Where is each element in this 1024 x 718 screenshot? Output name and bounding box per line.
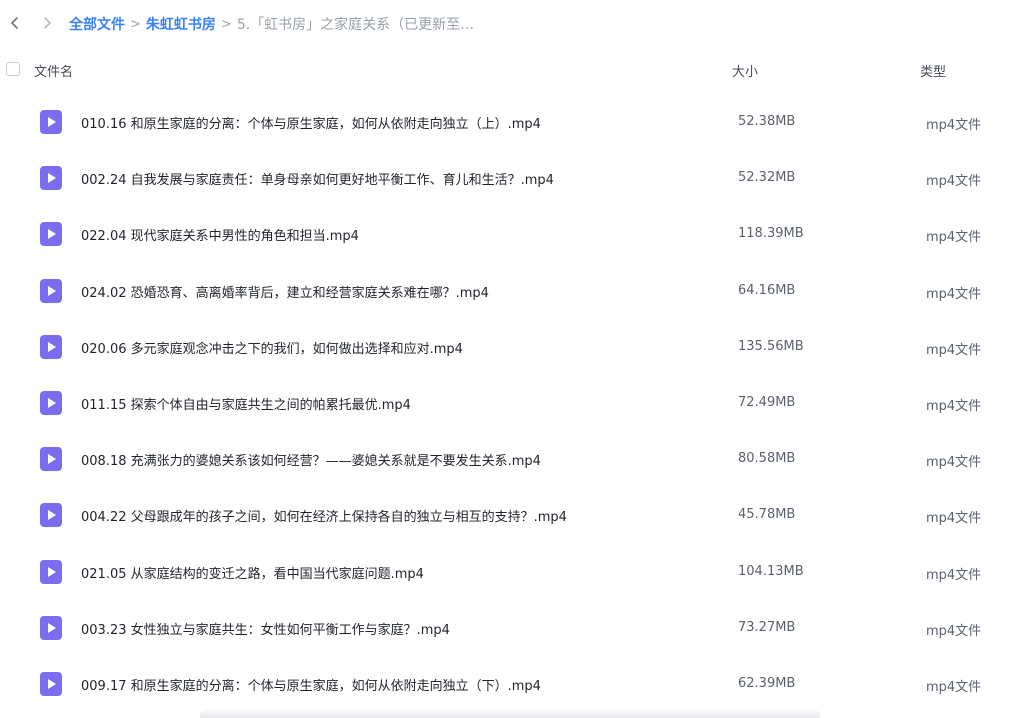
file-type: mp4文件 [926, 342, 982, 358]
file-name: 004.22 父母跟成年的孩子之间，如何在经济上保持各自的独立与相互的支持？.m… [81, 510, 567, 526]
file-name: 003.23 女性独立与家庭共生：女性如何平衡工作与家庭？.mp4 [81, 622, 450, 638]
column-header-size[interactable]: 大小 [732, 61, 758, 80]
file-name: 002.24 自我发展与家庭责任：单身母亲如何更好地平衡工作、育儿和生活？.mp… [81, 173, 554, 189]
file-row[interactable]: 021.05 从家庭结构的变迁之路，看中国当代家庭问题.mp4 104.13MB… [0, 544, 1024, 600]
file-list: 010.16 和原生家庭的分离：个体与原生家庭，如何从依附走向独立（上）.mp4… [0, 94, 1024, 712]
file-name: 021.05 从家庭结构的变迁之路，看中国当代家庭问题.mp4 [81, 566, 424, 582]
file-row[interactable]: 008.18 充满张力的婆媳关系该如何经营？——婆媳关系就是不要发生关系.mp4… [0, 431, 1024, 487]
file-size: 104.13MB [738, 563, 804, 579]
file-row[interactable]: 009.17 和原生家庭的分离：个体与原生家庭，如何从依附走向独立（下）.mp4… [0, 656, 1024, 712]
video-file-icon [40, 615, 62, 640]
breadcrumb-separator: > [130, 16, 141, 32]
file-type: mp4文件 [926, 174, 982, 190]
file-type: mp4文件 [926, 679, 982, 695]
file-row[interactable]: 004.22 父母跟成年的孩子之间，如何在经济上保持各自的独立与相互的支持？.m… [0, 487, 1024, 543]
file-browser: 全部文件 > 朱虹虹书房 > 5.「虹书房」之家庭关系（已更新至课... 文件名… [0, 0, 1024, 718]
file-name: 020.06 多元家庭观念冲击之下的我们，如何做出选择和应对.mp4 [81, 341, 463, 357]
video-file-icon [40, 334, 62, 359]
video-file-icon [40, 390, 62, 415]
file-size: 64.16MB [738, 282, 796, 298]
file-name: 008.18 充满张力的婆媳关系该如何经营？——婆媳关系就是不要发生关系.mp4 [81, 454, 541, 470]
file-row[interactable]: 020.06 多元家庭观念冲击之下的我们，如何做出选择和应对.mp4 135.5… [0, 319, 1024, 375]
video-file-icon [40, 559, 62, 584]
file-type: mp4文件 [926, 455, 982, 471]
video-file-icon [40, 222, 62, 247]
file-type: mp4文件 [926, 511, 982, 527]
file-row[interactable]: 024.02 恐婚恐育、高离婚率背后，建立和经营家庭关系难在哪？.mp4 64.… [0, 263, 1024, 319]
file-name: 010.16 和原生家庭的分离：个体与原生家庭，如何从依附走向独立（上）.mp4 [81, 117, 541, 132]
file-size: 62.39MB [738, 675, 796, 691]
list-header: 文件名 大小 类型 [0, 50, 1024, 90]
file-name: 022.04 现代家庭关系中男性的角色和担当.mp4 [81, 229, 359, 245]
file-size: 52.32MB [738, 170, 796, 186]
video-file-icon [40, 447, 62, 472]
file-size: 52.38MB [738, 114, 796, 129]
file-row[interactable]: 010.16 和原生家庭的分离：个体与原生家庭，如何从依附走向独立（上）.mp4… [0, 94, 1024, 150]
video-file-icon [40, 671, 62, 696]
file-row[interactable]: 002.24 自我发展与家庭责任：单身母亲如何更好地平衡工作、育儿和生活？.mp… [0, 150, 1024, 206]
breadcrumb-current: 5.「虹书房」之家庭关系（已更新至课... [236, 17, 482, 33]
back-button[interactable] [4, 12, 26, 34]
file-type: mp4文件 [926, 623, 982, 639]
column-header-name[interactable]: 文件名 [34, 61, 73, 80]
breadcrumb-folder[interactable]: 朱虹虹书房 [146, 14, 216, 34]
file-size: 45.78MB [738, 507, 796, 523]
file-size: 72.49MB [738, 394, 796, 410]
chevron-left-icon [11, 17, 18, 29]
file-size: 80.58MB [738, 451, 796, 467]
file-type: mp4文件 [926, 398, 982, 414]
bottom-shadow [200, 708, 820, 718]
file-name: 009.17 和原生家庭的分离：个体与原生家庭，如何从依附走向独立（下）.mp4 [81, 678, 541, 694]
file-type: mp4文件 [926, 286, 982, 302]
file-size: 73.27MB [738, 619, 796, 635]
chevron-right-icon [44, 17, 51, 29]
file-name: 024.02 恐婚恐育、高离婚率背后，建立和经营家庭关系难在哪？.mp4 [81, 285, 489, 301]
breadcrumb-separator: > [220, 16, 232, 32]
breadcrumb-all-files[interactable]: 全部文件 [69, 14, 125, 34]
video-file-icon [40, 110, 62, 134]
file-type: mp4文件 [926, 567, 982, 583]
file-row[interactable]: 011.15 探索个体自由与家庭共生之间的帕累托最优.mp4 72.49MB m… [0, 375, 1024, 431]
breadcrumb: 全部文件 > 朱虹虹书房 > 5.「虹书房」之家庭关系（已更新至课... [69, 13, 482, 35]
file-size: 118.39MB [738, 226, 804, 242]
file-row[interactable]: 022.04 现代家庭关系中男性的角色和担当.mp4 118.39MB mp4文… [0, 206, 1024, 262]
video-file-icon [40, 278, 62, 303]
file-type: mp4文件 [926, 118, 982, 133]
select-all-checkbox[interactable] [6, 62, 20, 76]
file-row[interactable]: 003.23 女性独立与家庭共生：女性如何平衡工作与家庭？.mp4 73.27M… [0, 600, 1024, 656]
file-size: 135.56MB [738, 338, 804, 354]
column-header-type[interactable]: 类型 [920, 61, 946, 80]
video-file-icon [40, 503, 62, 528]
forward-button[interactable] [36, 12, 58, 34]
file-name: 011.15 探索个体自由与家庭共生之间的帕累托最优.mp4 [81, 397, 411, 413]
video-file-icon [40, 166, 62, 191]
navigation-bar: 全部文件 > 朱虹虹书房 > 5.「虹书房」之家庭关系（已更新至课... [0, 0, 1024, 46]
file-type: mp4文件 [926, 230, 982, 246]
